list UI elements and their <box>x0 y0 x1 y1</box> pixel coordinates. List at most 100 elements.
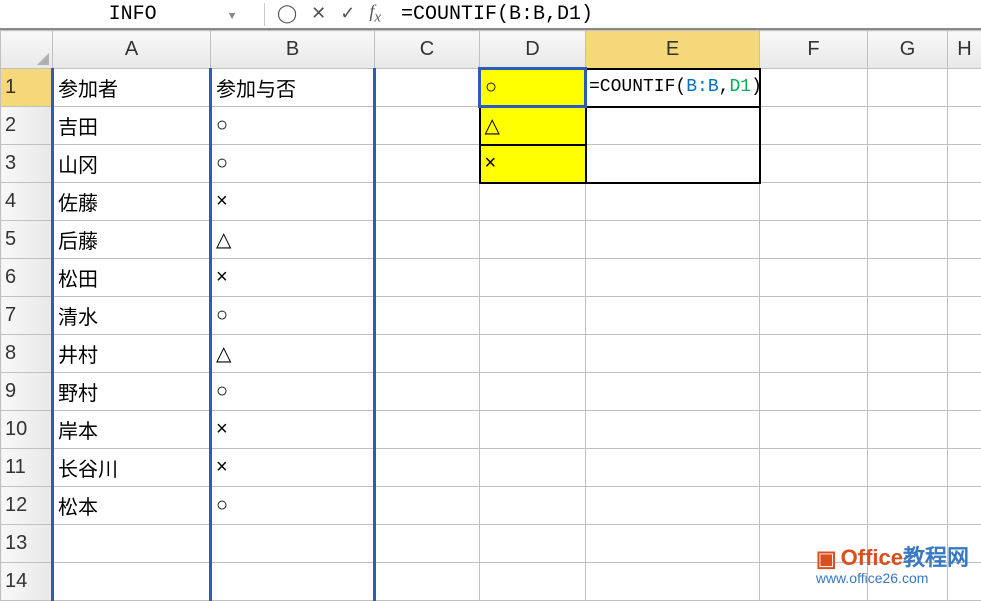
enter-icon[interactable]: ✓ <box>340 3 355 25</box>
cell-D10[interactable] <box>480 411 586 449</box>
cell-D1[interactable]: ○ <box>480 69 586 107</box>
cell-G3[interactable] <box>868 145 948 183</box>
cell-E2[interactable] <box>586 107 760 145</box>
cell-B12[interactable]: ○ <box>211 487 375 525</box>
cell-A12[interactable]: 松本 <box>53 487 211 525</box>
cell-G1[interactable] <box>868 69 948 107</box>
cell-C11[interactable] <box>375 449 480 487</box>
cell-A14[interactable] <box>53 563 211 601</box>
row-header-7[interactable]: 7 <box>1 297 53 335</box>
row-header-6[interactable]: 6 <box>1 259 53 297</box>
cell-A9[interactable]: 野村 <box>53 373 211 411</box>
cell-E10[interactable] <box>586 411 760 449</box>
row-header-13[interactable]: 13 <box>1 525 53 563</box>
cell-F8[interactable] <box>760 335 868 373</box>
cell-F5[interactable] <box>760 221 868 259</box>
cell-H6[interactable] <box>948 259 981 297</box>
cell-H2[interactable] <box>948 107 981 145</box>
row-header-4[interactable]: 4 <box>1 183 53 221</box>
cell-B13[interactable] <box>211 525 375 563</box>
name-box[interactable]: INFO ▼ <box>0 3 265 26</box>
cell-C4[interactable] <box>375 183 480 221</box>
cell-F6[interactable] <box>760 259 868 297</box>
cell-D3[interactable]: × <box>480 145 586 183</box>
cell-G2[interactable] <box>868 107 948 145</box>
cell-E7[interactable] <box>586 297 760 335</box>
cell-F12[interactable] <box>760 487 868 525</box>
cell-F10[interactable] <box>760 411 868 449</box>
cell-B8[interactable]: △ <box>211 335 375 373</box>
select-all-corner[interactable] <box>1 31 53 69</box>
cell-H8[interactable] <box>948 335 981 373</box>
cell-G9[interactable] <box>868 373 948 411</box>
row-header-1[interactable]: 1 <box>1 69 53 107</box>
cell-D14[interactable] <box>480 563 586 601</box>
cell-D9[interactable] <box>480 373 586 411</box>
cell-B1[interactable]: 参加与否 <box>211 69 375 107</box>
cell-C9[interactable] <box>375 373 480 411</box>
cell-H4[interactable] <box>948 183 981 221</box>
cell-A1[interactable]: 参加者 <box>53 69 211 107</box>
col-header-A[interactable]: A <box>53 31 211 69</box>
cell-H7[interactable] <box>948 297 981 335</box>
col-header-F[interactable]: F <box>760 31 868 69</box>
row-header-12[interactable]: 12 <box>1 487 53 525</box>
col-header-B[interactable]: B <box>211 31 375 69</box>
cell-E4[interactable] <box>586 183 760 221</box>
cell-B2[interactable]: ○ <box>211 107 375 145</box>
formula-input[interactable]: =COUNTIF(B:B,D1) <box>393 3 981 26</box>
cell-E1[interactable]: =COUNTIF(B:B,D1) <box>586 69 760 107</box>
cell-B10[interactable]: × <box>211 411 375 449</box>
cell-D6[interactable] <box>480 259 586 297</box>
cell-E14[interactable] <box>586 563 760 601</box>
row-header-14[interactable]: 14 <box>1 563 53 601</box>
circle-icon[interactable]: ◯ <box>277 3 297 25</box>
cell-C8[interactable] <box>375 335 480 373</box>
cell-D7[interactable] <box>480 297 586 335</box>
cell-H5[interactable] <box>948 221 981 259</box>
cell-D5[interactable] <box>480 221 586 259</box>
cell-B11[interactable]: × <box>211 449 375 487</box>
cell-A2[interactable]: 吉田 <box>53 107 211 145</box>
cell-B7[interactable]: ○ <box>211 297 375 335</box>
cell-A3[interactable]: 山冈 <box>53 145 211 183</box>
cell-A5[interactable]: 后藤 <box>53 221 211 259</box>
cell-C3[interactable] <box>375 145 480 183</box>
cell-G12[interactable] <box>868 487 948 525</box>
cell-G7[interactable] <box>868 297 948 335</box>
row-header-5[interactable]: 5 <box>1 221 53 259</box>
cell-C6[interactable] <box>375 259 480 297</box>
cell-C13[interactable] <box>375 525 480 563</box>
row-header-11[interactable]: 11 <box>1 449 53 487</box>
cell-F11[interactable] <box>760 449 868 487</box>
cell-E11[interactable] <box>586 449 760 487</box>
cell-H12[interactable] <box>948 487 981 525</box>
cell-E8[interactable] <box>586 335 760 373</box>
cell-E5[interactable] <box>586 221 760 259</box>
cell-F3[interactable] <box>760 145 868 183</box>
cell-G4[interactable] <box>868 183 948 221</box>
name-box-dropdown-icon[interactable]: ▼ <box>229 11 236 23</box>
cell-D2[interactable]: △ <box>480 107 586 145</box>
cell-F7[interactable] <box>760 297 868 335</box>
cell-H3[interactable] <box>948 145 981 183</box>
cell-E13[interactable] <box>586 525 760 563</box>
cell-C10[interactable] <box>375 411 480 449</box>
col-header-D[interactable]: D <box>480 31 586 69</box>
cell-A10[interactable]: 岸本 <box>53 411 211 449</box>
cell-H1[interactable] <box>948 69 981 107</box>
cell-B3[interactable]: ○ <box>211 145 375 183</box>
cell-H9[interactable] <box>948 373 981 411</box>
cell-F1[interactable] <box>760 69 868 107</box>
cell-E12[interactable] <box>586 487 760 525</box>
cell-H11[interactable] <box>948 449 981 487</box>
cell-D11[interactable] <box>480 449 586 487</box>
cell-C1[interactable] <box>375 69 480 107</box>
cell-B5[interactable]: △ <box>211 221 375 259</box>
cell-E9[interactable] <box>586 373 760 411</box>
cell-D8[interactable] <box>480 335 586 373</box>
cell-C5[interactable] <box>375 221 480 259</box>
cancel-icon[interactable]: ✕ <box>311 3 326 25</box>
cell-G5[interactable] <box>868 221 948 259</box>
row-header-8[interactable]: 8 <box>1 335 53 373</box>
